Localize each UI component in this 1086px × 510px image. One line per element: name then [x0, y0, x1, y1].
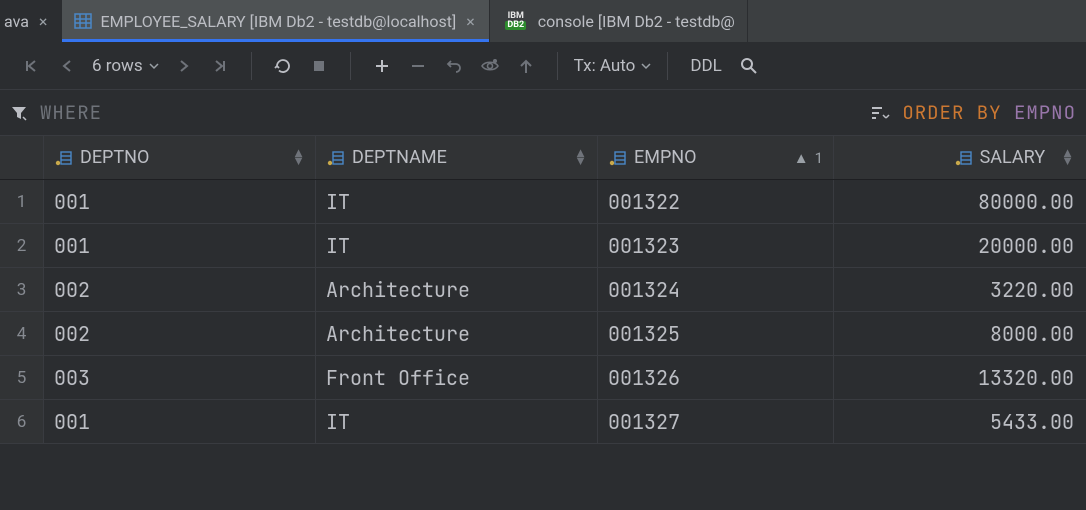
row-number[interactable]: 1 [0, 180, 44, 223]
sort-indicator-icon: ▲▼ [1061, 150, 1074, 166]
row-number[interactable]: 5 [0, 356, 44, 399]
sort-asc-indicator: ▲ 1 [794, 149, 823, 167]
cell-salary[interactable]: 20000.00 [834, 224, 1084, 267]
data-toolbar: 6 rows [0, 42, 1086, 90]
column-label: EMPNO [634, 147, 697, 168]
editor-tabs: ava × EMPLOYEE_SALARY [IBM Db2 - testdb@… [0, 0, 1086, 42]
remove-row-button[interactable] [403, 51, 433, 81]
tx-mode-label: Tx: Auto [574, 56, 636, 76]
cell-deptno[interactable]: 002 [44, 312, 316, 355]
stop-button[interactable] [304, 51, 334, 81]
column-header-deptno[interactable]: DEPTNO ▲▼ [44, 136, 316, 179]
sort-icon[interactable] [870, 105, 890, 121]
column-label: DEPTNAME [352, 147, 447, 168]
rows-count-dropdown[interactable]: 6 rows [88, 56, 163, 76]
cell-deptno[interactable]: 003 [44, 356, 316, 399]
column-label: DEPTNO [80, 147, 149, 168]
last-page-button[interactable] [205, 51, 235, 81]
tx-mode-dropdown[interactable]: Tx: Auto [574, 56, 652, 76]
ibm-db2-icon: IBMDB2 [502, 9, 530, 33]
cell-deptno[interactable]: 001 [44, 400, 316, 443]
column-header-deptname[interactable]: DEPTNAME ▲▼ [316, 136, 598, 179]
table-row[interactable]: 4002Architecture0013258000.00 [0, 312, 1086, 356]
tab-previous[interactable]: ava × [0, 0, 62, 42]
cell-deptname[interactable]: Front Office [316, 356, 598, 399]
cell-salary[interactable]: 80000.00 [834, 180, 1084, 223]
submit-button[interactable] [511, 51, 541, 81]
table-row[interactable]: 6001IT0013275433.00 [0, 400, 1086, 444]
where-placeholder[interactable]: WHERE [40, 100, 102, 125]
tab-employee-salary[interactable]: EMPLOYEE_SALARY [IBM Db2 - testdb@localh… [62, 0, 489, 42]
cell-deptname[interactable]: IT [316, 180, 598, 223]
row-number[interactable]: 3 [0, 268, 44, 311]
cell-deptname[interactable]: Architecture [316, 312, 598, 355]
by-keyword: BY [977, 100, 1002, 125]
rows-count-label: 6 rows [92, 56, 143, 76]
revert-button[interactable] [439, 51, 469, 81]
row-number[interactable]: 2 [0, 224, 44, 267]
cell-empno[interactable]: 001326 [598, 356, 834, 399]
order-keyword: ORDER [902, 100, 964, 125]
column-icon [326, 150, 344, 166]
table-row[interactable]: 2001IT00132320000.00 [0, 224, 1086, 268]
grid-header: DEPTNO ▲▼ DEPTNAME ▲▼ EMPNO ▲ 1 SALARY ▲… [0, 136, 1086, 180]
tab-label: ava [4, 12, 29, 31]
row-number-header[interactable] [0, 136, 44, 179]
column-header-empno[interactable]: EMPNO ▲ 1 [598, 136, 834, 179]
order-by-clause[interactable]: ORDER BY EMPNO [902, 100, 1076, 125]
tab-label: EMPLOYEE_SALARY [IBM Db2 - testdb@localh… [100, 12, 456, 31]
first-page-button[interactable] [16, 51, 46, 81]
add-row-button[interactable] [367, 51, 397, 81]
column-header-salary[interactable]: SALARY ▲▼ [834, 136, 1084, 179]
prev-page-button[interactable] [52, 51, 82, 81]
column-icon [54, 150, 72, 166]
preview-button[interactable] [475, 51, 505, 81]
cell-deptno[interactable]: 002 [44, 268, 316, 311]
table-row[interactable]: 3002Architecture0013243220.00 [0, 268, 1086, 312]
cell-salary[interactable]: 13320.00 [834, 356, 1084, 399]
close-icon[interactable]: × [464, 12, 477, 31]
cell-salary[interactable]: 3220.00 [834, 268, 1084, 311]
order-column: EMPNO [1014, 100, 1076, 125]
cell-deptno[interactable]: 001 [44, 180, 316, 223]
cell-deptname[interactable]: IT [316, 224, 598, 267]
close-icon[interactable]: × [37, 12, 50, 31]
cell-empno[interactable]: 001325 [598, 312, 834, 355]
tab-label: console [IBM Db2 - testdb@ [538, 12, 735, 31]
search-button[interactable] [734, 51, 764, 81]
row-number[interactable]: 4 [0, 312, 44, 355]
table-row[interactable]: 5003Front Office00132613320.00 [0, 356, 1086, 400]
cell-empno[interactable]: 001327 [598, 400, 834, 443]
table-icon [74, 12, 92, 30]
column-icon [608, 150, 626, 166]
cell-deptno[interactable]: 001 [44, 224, 316, 267]
filter-bar: WHERE ORDER BY EMPNO [0, 90, 1086, 136]
table-row[interactable]: 1001IT00132280000.00 [0, 180, 1086, 224]
ddl-button[interactable]: DDL [684, 56, 727, 76]
column-icon [954, 150, 972, 166]
reload-button[interactable] [268, 51, 298, 81]
sort-indicator-icon: ▲▼ [574, 150, 587, 166]
cell-salary[interactable]: 5433.00 [834, 400, 1084, 443]
cell-salary[interactable]: 8000.00 [834, 312, 1084, 355]
row-number[interactable]: 6 [0, 400, 44, 443]
column-label: SALARY [980, 147, 1046, 168]
sort-indicator-icon: ▲▼ [292, 150, 305, 166]
cell-empno[interactable]: 001322 [598, 180, 834, 223]
cell-deptname[interactable]: IT [316, 400, 598, 443]
next-page-button[interactable] [169, 51, 199, 81]
cell-deptname[interactable]: Architecture [316, 268, 598, 311]
cell-empno[interactable]: 001324 [598, 268, 834, 311]
data-grid: DEPTNO ▲▼ DEPTNAME ▲▼ EMPNO ▲ 1 SALARY ▲… [0, 136, 1086, 444]
cell-empno[interactable]: 001323 [598, 224, 834, 267]
tab-console[interactable]: IBMDB2 console [IBM Db2 - testdb@ [490, 0, 748, 42]
filter-icon[interactable] [10, 104, 28, 122]
